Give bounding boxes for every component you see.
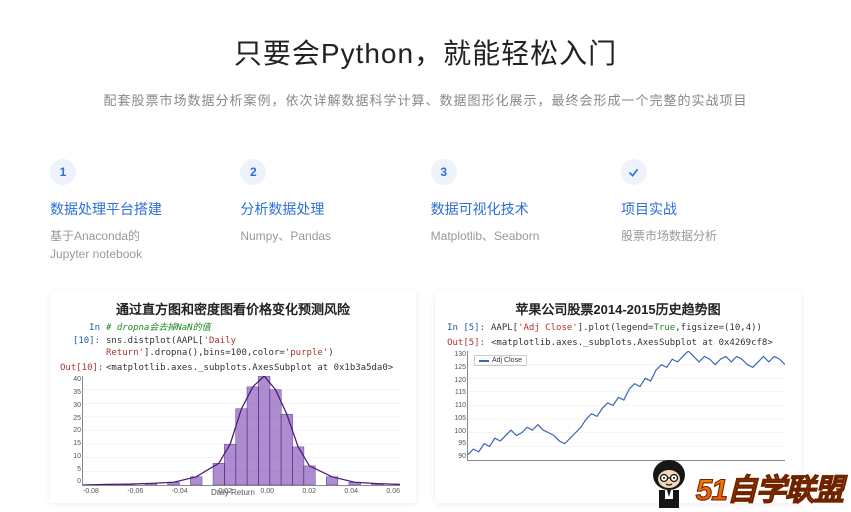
- code-cell-out: Out[5]: <matplotlib.axes._subplots.AxesS…: [445, 337, 791, 350]
- watermark: 51自学联盟: [648, 457, 843, 509]
- out-prompt: Out[5]:: [445, 337, 491, 350]
- step-3: 3 数据可视化技术 Matplotlib、Seaborn: [431, 159, 611, 263]
- watermark-text: 51自学联盟: [696, 465, 843, 509]
- in-prompt: In [5]:: [445, 322, 491, 335]
- chart-card-histogram: 通过直方图和密度图看价格变化预测风险 In [10]: # dropna会去掉N…: [50, 291, 416, 503]
- step-desc: Matplotlib、Seaborn: [431, 227, 611, 245]
- step-title: 项目实战: [621, 199, 801, 219]
- code-text: # dropna会去掉NaN的值 sns.distplot(AAPL['Dail…: [106, 322, 406, 360]
- step-title: 数据可视化技术: [431, 199, 611, 219]
- x-axis-ticks: -0.08-0.06-0.04-0.020.000.020.040.06: [83, 488, 400, 495]
- code-cell-in: In [5]: AAPL['Adj Close'].plot(legend=Tr…: [445, 322, 791, 335]
- chart-title: 苹果公司股票2014-2015历史趋势图: [445, 299, 791, 318]
- check-icon: [627, 166, 640, 179]
- step-2: 2 分析数据处理 Numpy、Pandas: [240, 159, 420, 263]
- mascot-icon: [648, 457, 690, 509]
- step-4: 项目实战 股票市场数据分析: [621, 159, 801, 263]
- step-desc: 基于Anaconda的Jupyter notebook: [50, 227, 230, 263]
- step-badge-3: 3: [431, 159, 457, 185]
- step-desc: 股票市场数据分析: [621, 227, 801, 245]
- page-title: 只要会Python，就能轻松入门: [0, 32, 851, 72]
- step-desc: Numpy、Pandas: [240, 227, 420, 245]
- y-axis-ticks: 1301251201151101051009590: [446, 351, 466, 460]
- code-cell-out: Out[10]: <matplotlib.axes._subplots.Axes…: [60, 362, 406, 375]
- steps-row: 1 数据处理平台搭建 基于Anaconda的Jupyter notebook 2…: [0, 159, 851, 263]
- chart-title: 通过直方图和密度图看价格变化预测风险: [60, 299, 406, 318]
- page-subtitle: 配套股票市场数据分析案例，依次详解数据科学计算、数据图形化展示，最终会形成一个完…: [0, 90, 851, 109]
- step-title: 分析数据处理: [240, 199, 420, 219]
- step-title: 数据处理平台搭建: [50, 199, 230, 219]
- out-text: <matplotlib.axes._subplots.AxesSubplot a…: [491, 337, 791, 350]
- out-text: <matplotlib.axes._subplots.AxesSubplot a…: [106, 362, 406, 375]
- hero-section: 只要会Python，就能轻松入门 配套股票市场数据分析案例，依次详解数据科学计算…: [0, 0, 851, 109]
- in-prompt: In [10]:: [60, 322, 106, 360]
- step-badge-1: 1: [50, 159, 76, 185]
- y-axis-ticks: 4035302520151050: [61, 376, 81, 485]
- step-badge-2: 2: [240, 159, 266, 185]
- line-plot: 1301251201151101051009590 Adj Close: [467, 351, 785, 461]
- step-badge-check: [621, 159, 647, 185]
- code-cell-in: In [10]: # dropna会去掉NaN的值 sns.distplot(A…: [60, 322, 406, 360]
- histogram-plot: 4035302520151050 -0.08-0.06-0.04-0.020.0…: [82, 376, 400, 486]
- histogram-svg: [83, 376, 400, 485]
- line-svg: [468, 351, 785, 460]
- out-prompt: Out[10]:: [60, 362, 106, 375]
- code-text: AAPL['Adj Close'].plot(legend=True,figsi…: [491, 322, 791, 335]
- step-1: 1 数据处理平台搭建 基于Anaconda的Jupyter notebook: [50, 159, 230, 263]
